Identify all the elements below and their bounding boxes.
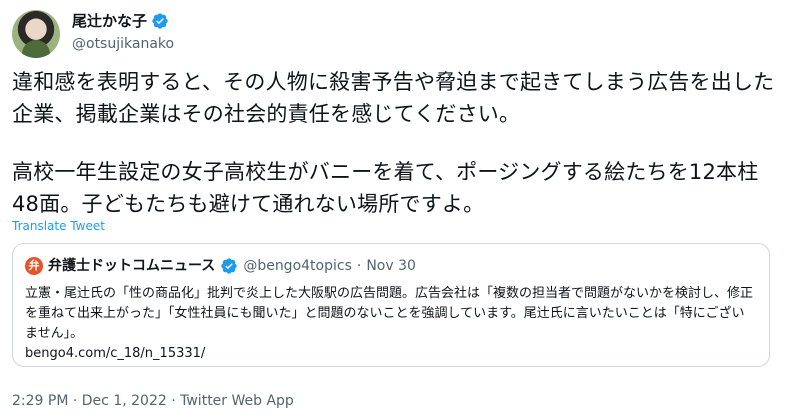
quoted-author-name: 弁護士ドットコムニュース <box>48 258 216 274</box>
author-avatar[interactable] <box>12 10 60 58</box>
tweet-time[interactable]: 2:29 PM <box>12 393 68 409</box>
quoted-date: Nov 30 <box>366 258 416 274</box>
meta-separator: · <box>68 393 82 409</box>
quoted-tweet-text: 立憲・尾辻氏の「性の商品化」批判で炎上した大阪駅の広告問題。広告会社は「複数の担… <box>25 286 754 341</box>
author-name[interactable]: 尾辻かな子 <box>72 11 147 31</box>
tweet-meta: 2:29 PM · Dec 1, 2022 · Twitter Web App <box>12 392 294 410</box>
tweet-paragraph-2: 高校一年生設定の女子高校生がバニーを着て、ポージングする絵たちを12本柱48面。… <box>12 160 759 216</box>
quoted-tweet-card[interactable]: 弁 弁護士ドットコムニュース @bengo4topics · Nov 30 立憲… <box>12 243 770 367</box>
quoted-author-handle: @bengo4topics <box>243 258 352 274</box>
author-handle[interactable]: @otsujikanako <box>72 35 174 53</box>
quoted-tweet-header: 弁 弁護士ドットコムニュース @bengo4topics · Nov 30 <box>25 257 416 275</box>
quoted-tweet-link[interactable]: bengo4.com/c_18/n_15331/ <box>25 344 755 364</box>
tweet-date[interactable]: Dec 1, 2022 <box>82 393 167 409</box>
tweet-source[interactable]: Twitter Web App <box>180 393 294 409</box>
translate-tweet-link[interactable]: Translate Tweet <box>12 218 105 234</box>
meta-separator: · <box>166 393 181 409</box>
quoted-tweet-body: 立憲・尾辻氏の「性の商品化」批判で炎上した大阪駅の広告問題。広告会社は「複数の担… <box>25 284 755 364</box>
tweet-paragraph-1: 違和感を表明すると、その人物に殺害予告や脅迫まで起きてしまう広告を出した企業、掲… <box>12 70 775 126</box>
verified-badge-icon <box>152 13 168 29</box>
verified-badge-icon <box>221 258 237 274</box>
quoted-author-logo: 弁 <box>25 257 43 275</box>
quoted-separator: · <box>356 258 362 274</box>
author-name-row: 尾辻かな子 <box>72 11 169 31</box>
tweet-text: 違和感を表明すると、その人物に殺害予告や脅迫まで起きてしまう広告を出した企業、掲… <box>12 66 782 220</box>
